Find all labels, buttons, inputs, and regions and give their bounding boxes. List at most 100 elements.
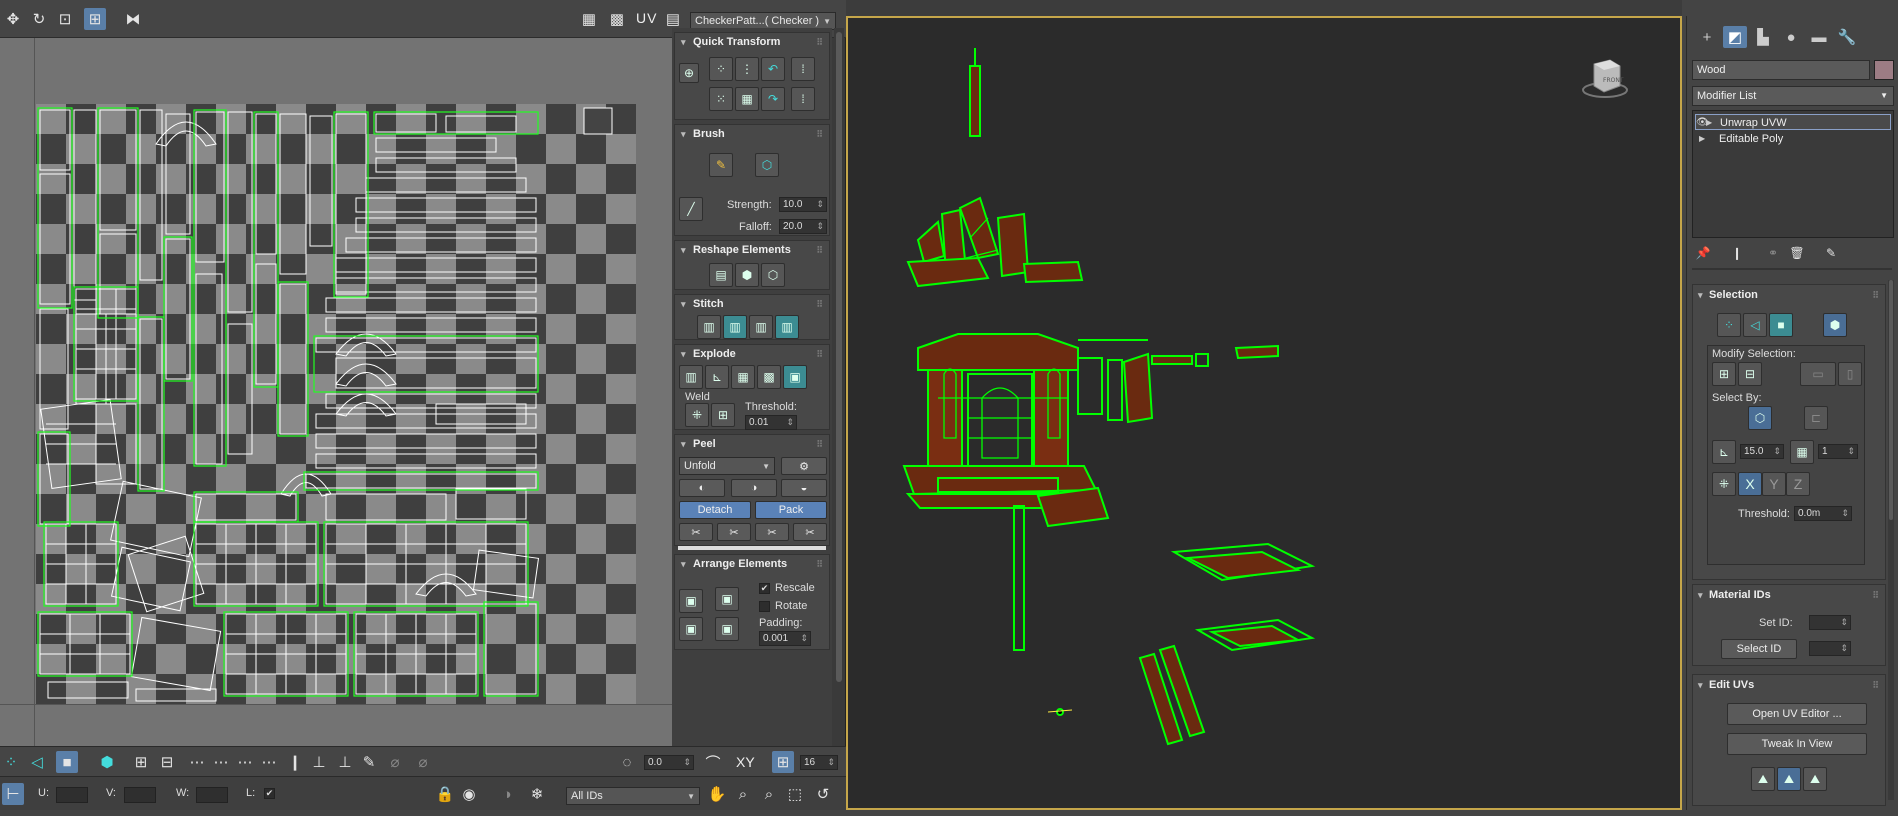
hide-icon[interactable]: ◉ <box>458 783 480 805</box>
quick-planar-gizmo-icon[interactable]: ⛰ <box>1777 767 1801 791</box>
element-mode-icon[interactable]: ⬢ <box>1823 313 1847 337</box>
loop-icon[interactable]: ▭ <box>1800 362 1836 386</box>
stitch-title[interactable]: Stitch ⠿ <box>675 295 829 313</box>
expand-triangle-icon[interactable]: ▶ <box>1706 115 1712 131</box>
relax-brush-icon[interactable]: ⬡ <box>755 153 779 177</box>
straighten-selection-icon[interactable]: ▤ <box>709 263 733 287</box>
brush-line-icon[interactable]: ╱ <box>679 197 703 221</box>
uv-viewport[interactable] <box>0 38 672 746</box>
select-by-smgroup-icon[interactable]: ▦ <box>1790 440 1814 464</box>
loop-shrink-icon[interactable]: ⋯ <box>258 751 280 773</box>
selection-title[interactable]: Selection ⠿ <box>1693 285 1885 305</box>
tweak-in-view-button[interactable]: Tweak In View <box>1727 733 1867 755</box>
axis-z-button[interactable]: Z <box>1786 472 1810 496</box>
stitch-target-icon[interactable]: ▥ <box>775 315 799 339</box>
zoom-icon[interactable]: ⌕ <box>732 783 754 805</box>
lock-icon[interactable]: 🔒 <box>434 783 456 805</box>
peel-mode-dropdown[interactable]: Unfold ▼ <box>679 457 775 475</box>
relax-settings-icon[interactable]: ⬡ <box>761 263 785 287</box>
remove-modifier-icon[interactable]: 🗑 <box>1788 244 1806 262</box>
rotate-angle-spinner[interactable]: 0.0 <box>644 755 694 770</box>
flatten-by-angle-icon[interactable]: ▩ <box>757 365 781 389</box>
rotate-ccw-icon[interactable]: ↶ <box>761 57 785 81</box>
peel-title[interactable]: Peel ⠿ <box>675 435 829 453</box>
object-color-swatch[interactable] <box>1874 60 1894 80</box>
paint-select-shrink-icon[interactable]: ⊥ <box>334 751 356 773</box>
smgroup-spinner[interactable]: 1 <box>1818 444 1858 459</box>
distribute-icon[interactable]: ⁞ <box>791 87 815 111</box>
paint-brush-size-icon[interactable]: ⌀ <box>384 751 406 773</box>
brush-title[interactable]: Brush ⠿ <box>675 125 829 143</box>
pack-normalize-icon[interactable]: ▣ <box>679 589 703 613</box>
face-select-icon[interactable]: ■ <box>56 751 78 773</box>
axis-x-button[interactable]: X <box>1738 472 1762 496</box>
scale-icon[interactable]: ⊡ <box>54 8 76 30</box>
planar-angle-spinner[interactable]: 15.0 <box>1740 444 1784 459</box>
utilities-tab-icon[interactable]: 🔧 <box>1835 26 1859 48</box>
configure-sets-icon[interactable]: ✎ <box>1822 244 1840 262</box>
rescale-checkbox[interactable]: ✔ <box>759 583 770 594</box>
break-by-polygroups-icon[interactable]: ▥ <box>679 365 703 389</box>
lock-checkbox[interactable]: ✔ <box>264 788 275 799</box>
shrink-select-icon[interactable]: ⊟ <box>156 751 178 773</box>
grid-size-spinner[interactable]: 16 <box>800 755 838 770</box>
falloff-spinner[interactable]: 20.0 <box>779 219 827 234</box>
snap-toggle-icon[interactable]: ↺ <box>812 783 834 805</box>
grow-selection-icon[interactable]: ⊞ <box>1712 362 1736 386</box>
element-select-icon[interactable]: ⬢ <box>96 751 118 773</box>
command-panel-scrollbar[interactable] <box>1888 280 1894 800</box>
pack-button[interactable]: Pack <box>755 501 827 519</box>
zoom-region-icon[interactable]: ⌕ <box>758 783 780 805</box>
align-center-icon[interactable]: ⁙ <box>709 87 733 111</box>
freeze-icon[interactable]: ❄ <box>526 783 548 805</box>
u-field[interactable] <box>56 787 88 803</box>
pin-icon[interactable]: ✂ <box>679 523 713 541</box>
planar-angle-icon[interactable]: ⊾ <box>1712 440 1736 464</box>
polygon-mode-icon[interactable]: ■ <box>1769 313 1793 337</box>
weld-all-icon[interactable]: ⊞ <box>711 403 735 427</box>
hierarchy-tab-icon[interactable]: ▙ <box>1751 26 1775 48</box>
quick-peel-icon[interactable]: ◐ <box>679 479 725 497</box>
pin-stack-icon[interactable]: 📌 <box>1694 244 1712 262</box>
rotate-cw-icon[interactable]: ↷ <box>761 87 785 111</box>
stitch-source-icon[interactable]: ▥ <box>723 315 747 339</box>
quick-transform-title[interactable]: Quick Transform ⠿ <box>675 33 829 51</box>
modifier-list-dropdown[interactable]: Modifier List ▼ <box>1692 86 1894 106</box>
rotate-checkbox[interactable] <box>759 601 770 612</box>
xy-label[interactable]: XY <box>736 754 755 770</box>
object-name-field[interactable]: Wood <box>1692 60 1870 80</box>
stack-item-editable-poly[interactable]: ▶ Editable Poly <box>1695 131 1891 147</box>
checker-icon[interactable]: ▩ <box>606 8 628 30</box>
w-field[interactable] <box>196 787 228 803</box>
loop-grow-icon[interactable]: ⋯ <box>234 751 256 773</box>
scrollbar-thumb[interactable] <box>1889 280 1893 520</box>
mirror-icon[interactable]: ⧓ <box>122 8 144 30</box>
align-horizontal-icon[interactable]: ⁘ <box>709 57 733 81</box>
quick-planar-icon[interactable]: ⛰ <box>1751 767 1775 791</box>
texture-options-icon[interactable]: ▤ <box>662 8 684 30</box>
rotate-angle-icon[interactable]: ◌ <box>616 751 638 773</box>
viewcube[interactable]: FRONT <box>1580 56 1630 100</box>
padding-spinner[interactable]: 0.001 <box>759 631 811 646</box>
reset-peel-icon[interactable]: ◒ <box>781 479 827 497</box>
stack-item-unwrap-uvw[interactable]: 👁 ▶ Unwrap UVW <box>1695 114 1891 130</box>
invert-pins-icon[interactable]: ✂ <box>793 523 827 541</box>
material-ids-title[interactable]: Material IDs ⠿ <box>1693 585 1885 605</box>
stitch-custom-icon[interactable]: ▥ <box>697 315 721 339</box>
select-id-spinner[interactable] <box>1809 641 1851 656</box>
paint-brush-falloff-icon[interactable]: ⌀ <box>412 751 434 773</box>
select-overlap-icon[interactable]: ❙ <box>284 751 306 773</box>
scene-model[interactable] <box>848 18 1682 810</box>
break-by-material-icon[interactable]: ▦ <box>731 365 755 389</box>
strength-spinner[interactable]: 10.0 <box>779 197 827 212</box>
show-end-result-icon[interactable]: ❙ <box>1728 244 1746 262</box>
relax-icon[interactable]: ⬢ <box>735 263 759 287</box>
edit-uvs-title[interactable]: Edit UVs ⠿ <box>1693 675 1885 695</box>
pin-edges-icon[interactable]: ✂ <box>755 523 789 541</box>
symmetry-icon[interactable]: ⁜ <box>1712 472 1736 496</box>
set-id-spinner[interactable] <box>1809 615 1851 630</box>
ring-icon[interactable]: ▯ <box>1838 362 1862 386</box>
weld-selected-icon[interactable]: ⁜ <box>685 403 709 427</box>
edge-mode-icon[interactable]: ◁ <box>1743 313 1767 337</box>
paint-select-grow-icon[interactable]: ⊥ <box>308 751 330 773</box>
